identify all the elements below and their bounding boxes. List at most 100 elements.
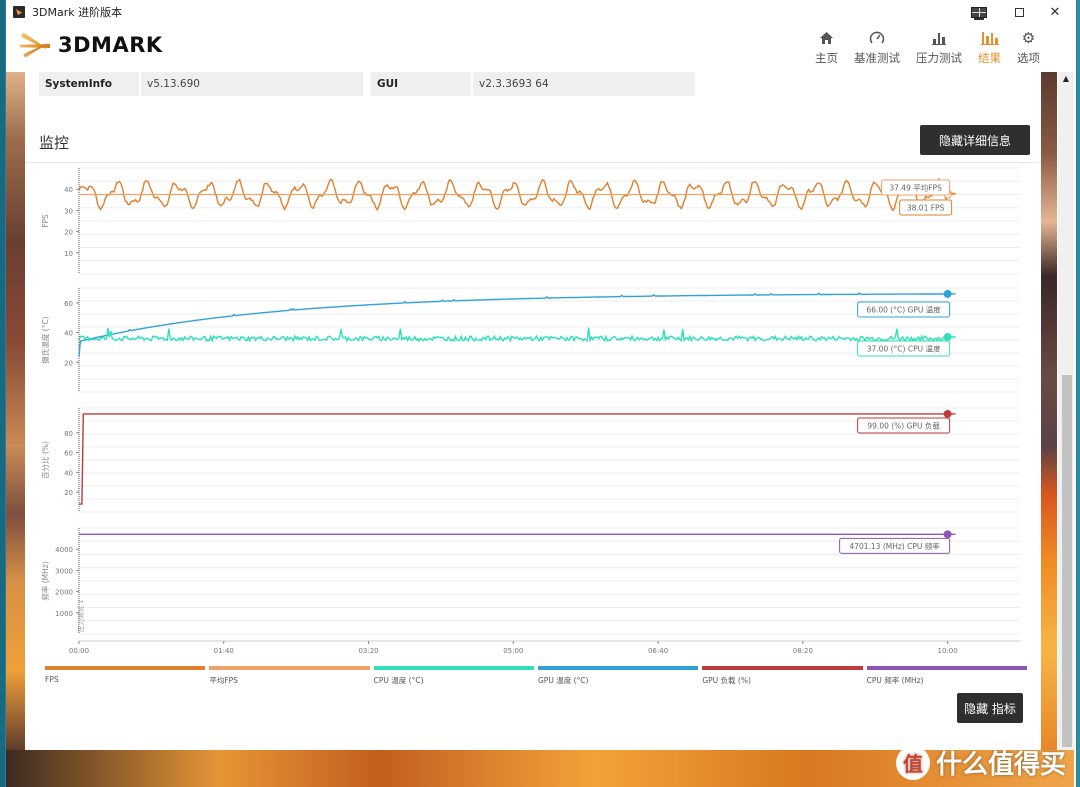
legend-item[interactable]: GPU 温度 (°C) (537, 666, 699, 686)
y-tick-label: 80 (64, 430, 73, 438)
maximize-icon (1014, 7, 1024, 17)
logo-mark-icon (20, 30, 56, 60)
y-tick-label: 40 (64, 330, 73, 338)
results-icon (980, 28, 999, 48)
y-tick-label: 10 (64, 250, 73, 258)
nav-stress-tests-label: 压力测试 (916, 51, 962, 65)
legend-color-bar (537, 666, 699, 670)
y-tick-label: 20 (64, 359, 73, 367)
monitoring-title: 监控 (39, 134, 70, 152)
chart-panel-fps: 10 20 30 40 FPS 37.49 平均FPS 38.01 FPS (41, 167, 1020, 275)
app-window: 3DMark 进阶版本 ✕ 3DMARK 主页 基准测试 压力测试 结果 ⚙ 选… (6, 0, 1076, 787)
y-tick-label: 3000 (55, 567, 73, 575)
info-row: SystemInfo v5.13.690 GUI v2.3.3693 64 (39, 72, 697, 96)
close-button[interactable]: ✕ (1038, 0, 1072, 24)
monitoring-chart: 10 20 30 40 FPS 37.49 平均FPS 38.01 FPS 20 40 60 摄氏温… (40, 167, 1020, 655)
chart-panel-temperature: 20 40 60 摄氏温度 (°C) 66.00 (°C) GPU 温度 37.00 (°… (40, 287, 1020, 393)
hide-metrics-button[interactable]: 隐藏 指标 (957, 693, 1023, 723)
nav-benchmarks[interactable]: 基准测试 (854, 28, 900, 66)
x-tick-label: 08:20 (793, 647, 813, 655)
app-header: 3DMARK 主页 基准测试 压力测试 结果 ⚙ 选项 (6, 24, 1076, 72)
x-tick-label: 00:00 (69, 647, 89, 655)
series-end-marker (943, 289, 952, 298)
home-icon (819, 28, 834, 48)
close-icon: ✕ (1049, 4, 1061, 20)
scrollbar-thumb[interactable] (1062, 375, 1072, 747)
background-art-left (6, 72, 25, 752)
watermark-logo: 值 (895, 745, 930, 780)
series-end-marker (943, 409, 952, 418)
value-callout-text: 4701.13 (MHz) CPU 频率 (849, 541, 940, 551)
x-tick-label: 01:40 (214, 647, 234, 655)
app-icon (13, 6, 25, 18)
vertical-scrollbar[interactable]: ▲ (1058, 72, 1074, 752)
results-content: SystemInfo v5.13.690 GUI v2.3.3693 64 监控… (25, 72, 1041, 750)
info-value-gui: v2.3.3693 64 (473, 72, 695, 96)
title-bar: 3DMark 进阶版本 ✕ (6, 0, 1076, 24)
legend-label: CPU 温度 (°C) (373, 676, 424, 685)
y-tick-label: 40 (64, 469, 73, 477)
legend-label: FPS (45, 675, 59, 684)
legend-label: 平均FPS (209, 676, 238, 685)
y-tick-label: 40 (64, 186, 73, 194)
y-tick-label: 1000 (55, 610, 73, 618)
x-tick-label: 06:40 (648, 647, 668, 655)
chart-panel-frequency: 1000 2000 3000 4000 频率 (MHz) 4701.13 (MHz) CP… (40, 527, 1020, 635)
legend-label: GPU 温度 (°C) (537, 676, 589, 685)
nav-home-label: 主页 (815, 51, 838, 65)
series-line-temperature-0 (78, 292, 956, 357)
value-callout-text: 38.01 FPS (907, 204, 945, 213)
y-axis-label-temperature: 摄氏温度 (°C) (40, 316, 50, 363)
background-art-right (1039, 72, 1057, 752)
legend-item[interactable]: FPS (45, 666, 206, 686)
maximize-button[interactable] (1002, 0, 1036, 24)
y-axis-label-fps: FPS (41, 214, 50, 228)
info-key-gui: GUI (371, 72, 471, 96)
y-tick-label: 2000 (55, 589, 73, 597)
legend-color-bar (45, 666, 206, 670)
legend-color-bar (702, 666, 863, 670)
legend-item[interactable]: GPU 负载 (%) (702, 666, 863, 686)
main-nav: 主页 基准测试 压力测试 结果 ⚙ 选项 (799, 28, 1040, 66)
logo-text: 3DMARK (58, 33, 163, 57)
chart-panel-load: 20 40 60 80 百分比 (%) 99.00 (%) GPU 负载 (40, 407, 1020, 513)
info-key-systeminfo: SystemInfo (39, 72, 139, 96)
logo: 3DMARK (20, 30, 163, 60)
y-tick-label: 60 (64, 450, 73, 458)
legend-item[interactable]: 平均FPS (209, 666, 370, 686)
value-callout-text: 37.00 (°C) CPU 温度 (867, 344, 941, 354)
nav-results[interactable]: 结果 (978, 28, 1001, 66)
monitor-icon[interactable] (962, 0, 996, 24)
legend-color-bar (866, 666, 1027, 670)
x-tick-label: 05:00 (503, 647, 523, 655)
value-callout-text: 66.00 (°C) GPU 温度 (866, 304, 941, 314)
y-tick-label: 60 (64, 300, 73, 308)
y-tick-label: 4000 (55, 546, 73, 554)
legend-label: GPU 负载 (%) (702, 676, 751, 685)
x-tick-label: 10:00 (938, 647, 958, 655)
legend-item[interactable]: CPU 温度 (°C) (373, 666, 534, 686)
series-line-load-0 (79, 413, 956, 505)
nav-results-label: 结果 (978, 51, 1001, 65)
series-line-temperature-1 (78, 327, 956, 343)
nav-benchmarks-label: 基准测试 (854, 51, 900, 65)
legend-label: CPU 频率 (MHz) (866, 676, 924, 685)
y-axis-label-load: 百分比 (%) (40, 441, 50, 479)
hide-details-button[interactable]: 隐藏详细信息 (920, 125, 1030, 155)
nav-home[interactable]: 主页 (815, 28, 838, 66)
bar-chart-icon (932, 28, 946, 48)
nav-options[interactable]: ⚙ 选项 (1017, 28, 1040, 66)
legend-item[interactable]: CPU 频率 (MHz) (866, 666, 1027, 686)
nav-stress-tests[interactable]: 压力测试 (916, 28, 962, 66)
scroll-up-icon[interactable]: ▲ (1058, 74, 1074, 86)
test-marker-label: 压力测试 1 (76, 600, 85, 632)
x-tick-label: 03:20 (358, 647, 378, 655)
series-end-marker (943, 333, 952, 342)
chart-legend: FPS 平均FPS CPU 温度 (°C) GPU 温度 (°C) GPU 负载 (%)… (45, 666, 1027, 686)
gauge-icon (869, 28, 885, 48)
legend-color-bar (209, 666, 370, 670)
y-tick-label: 30 (64, 207, 73, 215)
y-axis-label-frequency: 频率 (MHz) (40, 561, 50, 600)
gear-icon: ⚙ (1021, 29, 1036, 47)
series-end-marker (943, 530, 952, 539)
